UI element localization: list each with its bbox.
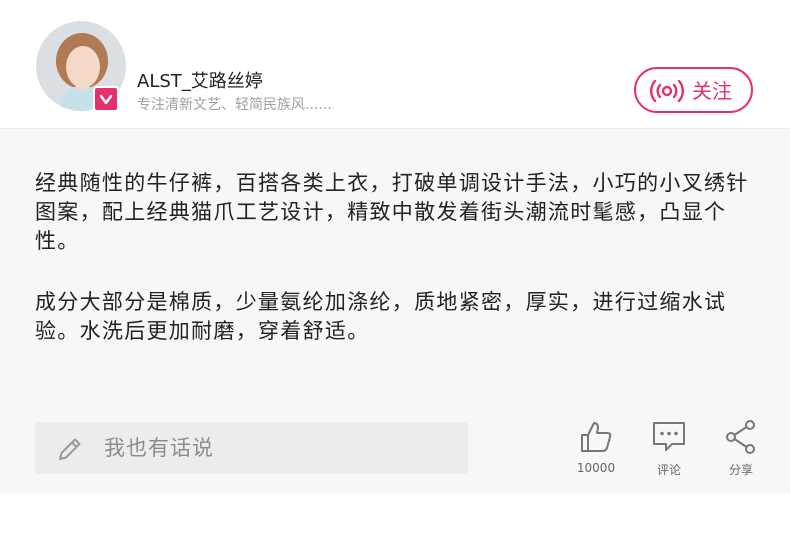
post-paragraph: 成分大部分是棉质，少量氨纶加涤纶，质地紧密，厚实，进行过缩水试验。水洗后更加耐磨… <box>35 290 727 343</box>
like-count: 10000 <box>576 461 616 475</box>
follow-button[interactable]: 关注 <box>634 67 753 113</box>
comment-input[interactable]: 我也有话说 <box>35 422 468 474</box>
post-header: ALST_艾路丝婷 专注清新文艺、轻简民族风...... 关注 <box>0 0 790 129</box>
vip-badge-icon <box>93 86 119 112</box>
comment-label: 评论 <box>656 463 681 477</box>
like-button[interactable]: 10000 <box>561 419 631 475</box>
username[interactable]: ALST_艾路丝婷 <box>137 67 263 93</box>
pencil-icon <box>59 438 81 460</box>
follow-label: 关注 <box>692 79 732 103</box>
post-content: 经典随性的牛仔裤，百搭各类上衣，打破单调设计手法，小巧的小叉绣针图案，配上经典猫… <box>0 129 790 494</box>
broadcast-icon <box>650 79 684 103</box>
share-icon <box>726 420 755 454</box>
comment-placeholder: 我也有话说 <box>104 436 214 460</box>
share-button[interactable]: 分享 <box>706 419 776 478</box>
post-paragraph: 经典随性的牛仔裤，百搭各类上衣，打破单调设计手法，小巧的小叉绣针图案，配上经典猫… <box>35 171 749 253</box>
comment-button[interactable]: 评论 <box>634 419 704 478</box>
comment-icon <box>653 422 685 451</box>
thumbs-up-icon <box>581 422 612 452</box>
user-bio: 专注清新文艺、轻简民族风...... <box>137 97 332 113</box>
share-label: 分享 <box>728 463 753 477</box>
